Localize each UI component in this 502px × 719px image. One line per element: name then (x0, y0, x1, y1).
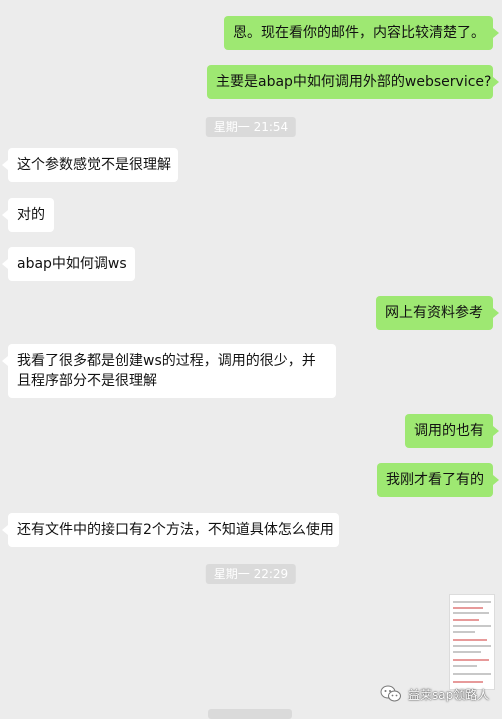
message-outgoing-1[interactable]: 恩。现在看你的邮件，内容比较清楚了。 (224, 16, 499, 50)
message-incoming-4[interactable]: 我看了很多都是创建ws的过程，调用的很少，并且程序部分不是很理解 (2, 344, 336, 398)
message-text: 主要是abap中如何调用外部的webservice? (216, 74, 492, 90)
timestamp: 星期一 21:54 (205, 117, 297, 137)
message-text: 我刚才看了有的 (386, 472, 484, 488)
watermark: 益莱sap领路人 (380, 684, 489, 704)
message-outgoing-2[interactable]: 主要是abap中如何调用外部的webservice? (207, 65, 499, 99)
timestamp: 星期一 22:29 (205, 564, 297, 584)
message-incoming-5[interactable]: 还有文件中的接口有2个方法，不知道具体怎么使用 (2, 513, 339, 547)
message-text: 调用的也有 (414, 423, 484, 439)
message-incoming-2[interactable]: 对的 (2, 198, 54, 232)
message-outgoing-3[interactable]: 网上有资料参考 (376, 296, 499, 330)
message-text: 还有文件中的接口有2个方法，不知道具体怎么使用 (17, 522, 334, 538)
message-outgoing-5[interactable]: 我刚才看了有的 (377, 463, 499, 497)
watermark-text: 益莱sap领路人 (408, 687, 490, 702)
message-text: abap中如何调ws (17, 256, 127, 272)
message-incoming-3[interactable]: abap中如何调ws (2, 247, 135, 281)
image-message-thumbnail[interactable] (449, 594, 495, 690)
wechat-icon (380, 685, 401, 702)
timestamp-partial (208, 709, 292, 719)
message-text: 这个参数感觉不是很理解 (17, 157, 171, 173)
message-text: 对的 (17, 207, 45, 223)
message-text: 恩。现在看你的邮件，内容比较清楚了。 (233, 25, 485, 41)
message-incoming-1[interactable]: 这个参数感觉不是很理解 (2, 148, 178, 182)
message-outgoing-4[interactable]: 调用的也有 (405, 414, 499, 448)
message-text: 网上有资料参考 (385, 305, 483, 321)
message-text: 我看了很多都是创建ws的过程，调用的很少，并且程序部分不是很理解 (17, 353, 316, 389)
